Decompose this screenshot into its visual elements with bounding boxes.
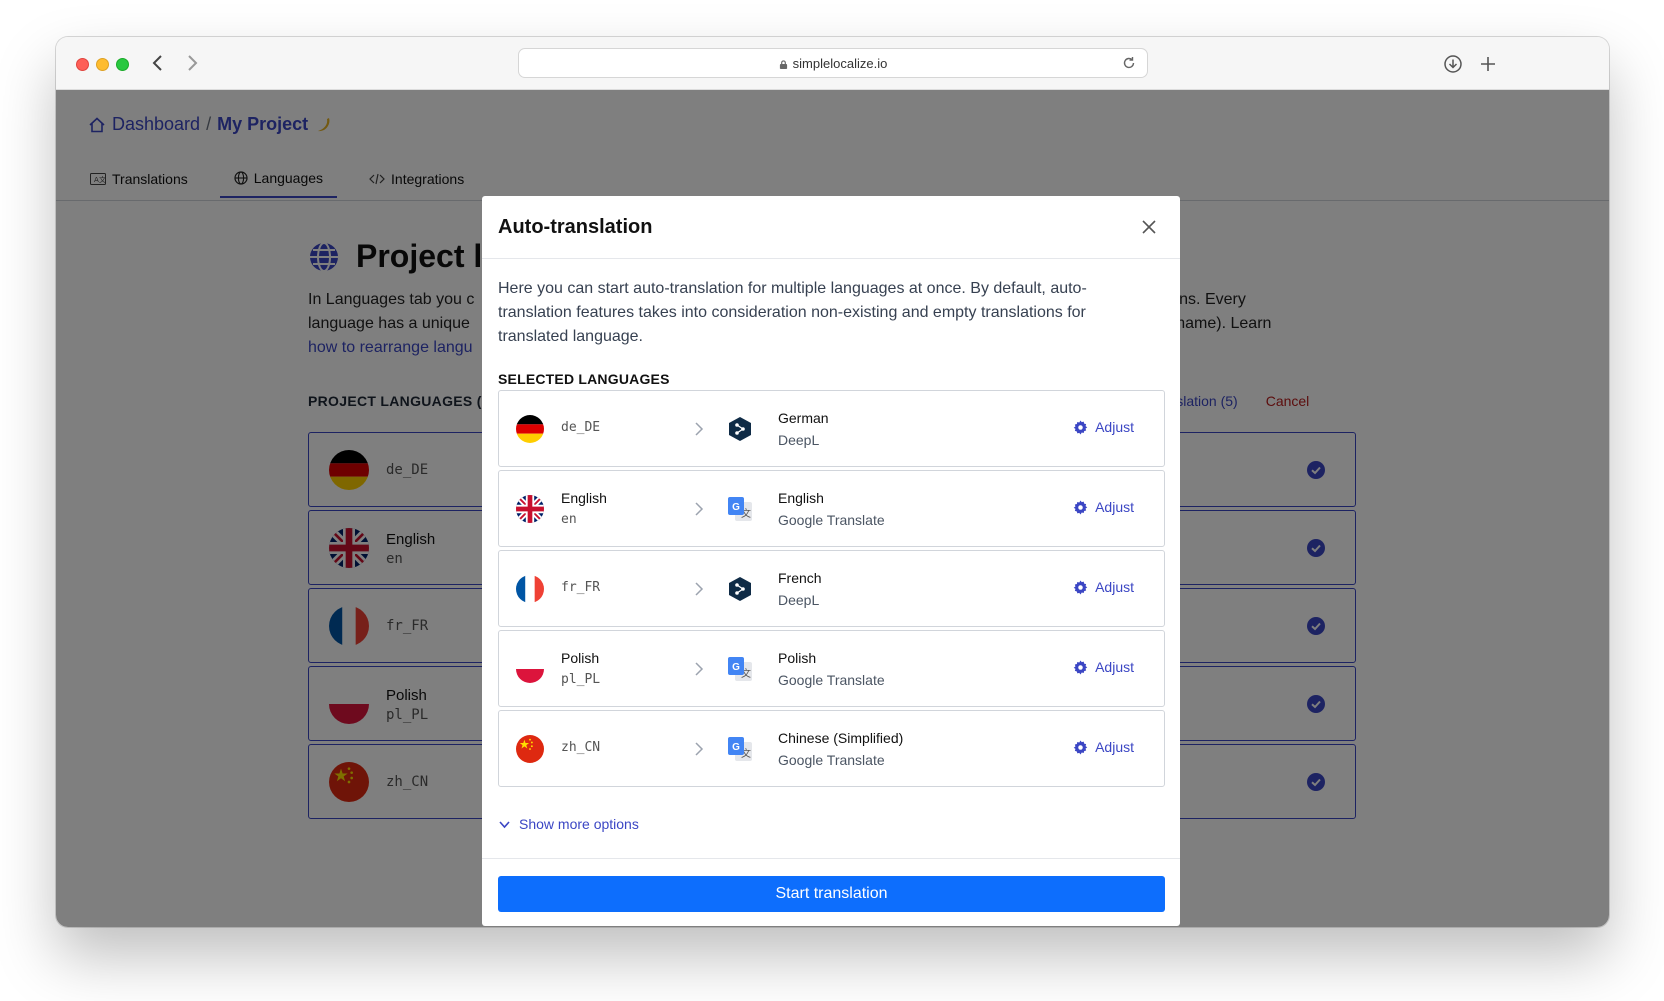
source-name: Polish bbox=[561, 650, 600, 666]
gear-icon bbox=[1073, 420, 1088, 435]
china-flag-icon bbox=[516, 735, 544, 763]
close-window-button[interactable] bbox=[76, 58, 89, 71]
translation-engine: Google Translate bbox=[778, 512, 885, 528]
source-name: English bbox=[561, 490, 607, 506]
target-language: English bbox=[778, 490, 824, 506]
gear-icon bbox=[1073, 660, 1088, 675]
reload-icon[interactable] bbox=[1121, 55, 1137, 71]
adjust-button[interactable]: Adjust bbox=[1073, 499, 1134, 515]
back-button[interactable] bbox=[146, 51, 170, 75]
download-icon[interactable] bbox=[1442, 53, 1464, 75]
target-language: German bbox=[778, 410, 829, 426]
new-tab-icon[interactable] bbox=[1477, 53, 1499, 75]
translation-engine: Google Translate bbox=[778, 752, 885, 768]
dialog-title: Auto-translation bbox=[498, 216, 653, 238]
chevron-right-icon bbox=[695, 582, 704, 596]
chevron-right-icon bbox=[695, 422, 704, 436]
close-icon[interactable] bbox=[1140, 218, 1158, 236]
translation-row: de_DE German DeepL Adjust bbox=[498, 390, 1165, 467]
dialog-footer-divider bbox=[482, 858, 1180, 859]
translation-engine: DeepL bbox=[778, 592, 820, 608]
google-translate-icon bbox=[726, 735, 754, 763]
url-text: simplelocalize.io bbox=[792, 56, 888, 71]
adjust-button[interactable]: Adjust bbox=[1073, 579, 1134, 595]
target-language: French bbox=[778, 570, 822, 586]
poland-flag-icon bbox=[516, 655, 544, 683]
translation-engine: DeepL bbox=[778, 432, 820, 448]
browser-titlebar: simplelocalize.io bbox=[56, 37, 1609, 90]
uk-flag-icon bbox=[516, 495, 544, 523]
chevron-right-icon bbox=[695, 662, 704, 676]
url-display: simplelocalize.io bbox=[519, 56, 1147, 71]
dialog-description: Here you can start auto-translation for … bbox=[498, 280, 1087, 345]
chevron-right-icon bbox=[188, 55, 198, 71]
show-more-label: Show more options bbox=[519, 816, 639, 832]
zoom-window-button[interactable] bbox=[116, 58, 129, 71]
browser-window: simplelocalize.io Dashboard / My Project… bbox=[56, 37, 1609, 927]
chevron-right-icon bbox=[695, 502, 704, 516]
forward-button[interactable] bbox=[180, 51, 204, 75]
chevron-left-icon bbox=[152, 55, 162, 71]
lock-icon bbox=[779, 60, 787, 69]
selected-languages-heading: SELECTED LANGUAGES bbox=[498, 371, 670, 387]
adjust-button[interactable]: Adjust bbox=[1073, 739, 1134, 755]
translation-row: zh_CN Chinese (Simplified) Google Transl… bbox=[498, 710, 1165, 787]
translation-row: English en English Google Translate Adju… bbox=[498, 470, 1165, 547]
adjust-label: Adjust bbox=[1095, 739, 1134, 755]
france-flag-icon bbox=[516, 575, 544, 603]
source-code: zh_CN bbox=[561, 740, 601, 755]
address-bar[interactable]: simplelocalize.io bbox=[518, 48, 1148, 78]
translation-engine: Google Translate bbox=[778, 672, 885, 688]
deepl-icon bbox=[726, 575, 754, 603]
start-translation-button[interactable]: Start translation bbox=[498, 876, 1165, 912]
target-language: Polish bbox=[778, 650, 817, 666]
show-more-options-button[interactable]: Show more options bbox=[498, 816, 639, 832]
source-code: fr_FR bbox=[561, 580, 601, 595]
deepl-icon bbox=[726, 415, 754, 443]
gear-icon bbox=[1073, 740, 1088, 755]
adjust-label: Adjust bbox=[1095, 579, 1134, 595]
adjust-label: Adjust bbox=[1095, 419, 1134, 435]
gear-icon bbox=[1073, 580, 1088, 595]
adjust-button[interactable]: Adjust bbox=[1073, 659, 1134, 675]
adjust-label: Adjust bbox=[1095, 499, 1134, 515]
auto-translation-dialog: Auto-translation Here you can start auto… bbox=[482, 196, 1180, 926]
source-code: en bbox=[561, 512, 577, 527]
source-code: pl_PL bbox=[561, 672, 601, 687]
adjust-button[interactable]: Adjust bbox=[1073, 419, 1134, 435]
translation-row: Polish pl_PL Polish Google Translate Adj… bbox=[498, 630, 1165, 707]
chevron-right-icon bbox=[695, 742, 704, 756]
page-content: Dashboard / My Project A文 Translations L… bbox=[56, 90, 1609, 927]
germany-flag-icon bbox=[516, 415, 544, 443]
adjust-label: Adjust bbox=[1095, 659, 1134, 675]
google-translate-icon bbox=[726, 495, 754, 523]
gear-icon bbox=[1073, 500, 1088, 515]
source-code: de_DE bbox=[561, 420, 601, 435]
translation-row: fr_FR French DeepL Adjust bbox=[498, 550, 1165, 627]
dialog-header: Auto-translation bbox=[482, 196, 1180, 259]
minimize-window-button[interactable] bbox=[96, 58, 109, 71]
target-language: Chinese (Simplified) bbox=[778, 730, 904, 746]
google-translate-icon bbox=[726, 655, 754, 683]
chevron-down-icon bbox=[499, 820, 510, 828]
